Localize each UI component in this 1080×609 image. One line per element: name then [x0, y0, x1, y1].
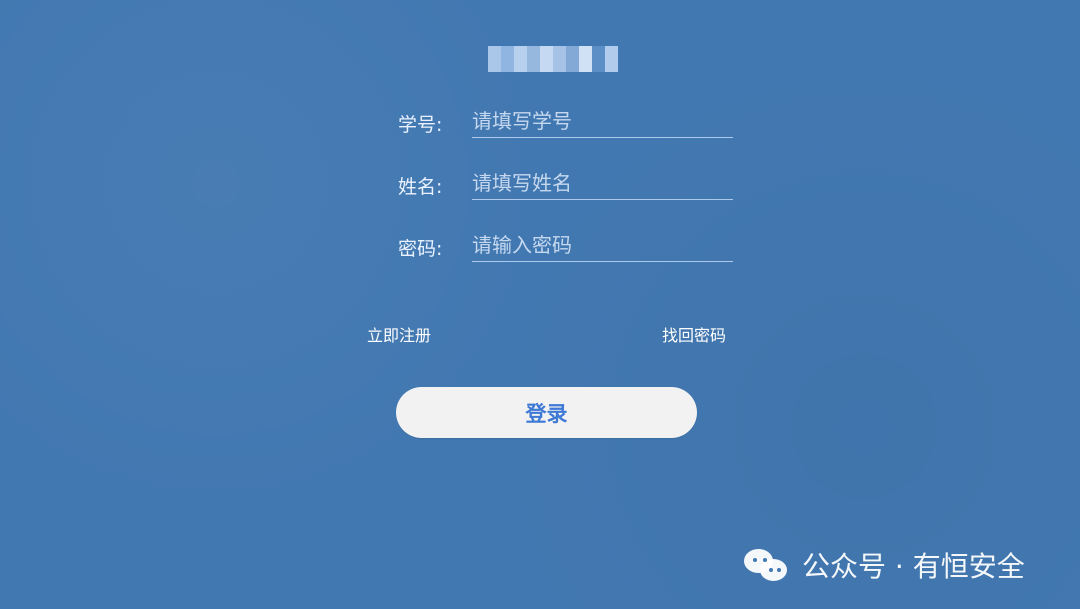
password-label: 密码: — [398, 238, 443, 260]
student-id-label: 学号: — [398, 114, 443, 136]
name-label: 姓名: — [398, 176, 443, 198]
register-link[interactable]: 立即注册 — [367, 322, 431, 346]
blurred-app-title — [488, 45, 618, 73]
watermark: 公众号 · 有恒安全 — [742, 534, 1025, 596]
name-row: 姓名: — [0, 166, 1080, 206]
wechat-icon — [742, 547, 790, 583]
background-texture — [0, 0, 1080, 609]
student-id-row: 学号: — [0, 104, 1080, 144]
name-input[interactable] — [472, 166, 733, 200]
student-id-input[interactable] — [472, 104, 733, 138]
login-button[interactable]: 登录 — [396, 387, 697, 438]
password-input[interactable] — [472, 228, 733, 262]
password-row: 密码: — [0, 228, 1080, 268]
forgot-password-link[interactable]: 找回密码 — [662, 322, 726, 346]
watermark-text: 公众号 · 有恒安全 — [802, 550, 1025, 583]
